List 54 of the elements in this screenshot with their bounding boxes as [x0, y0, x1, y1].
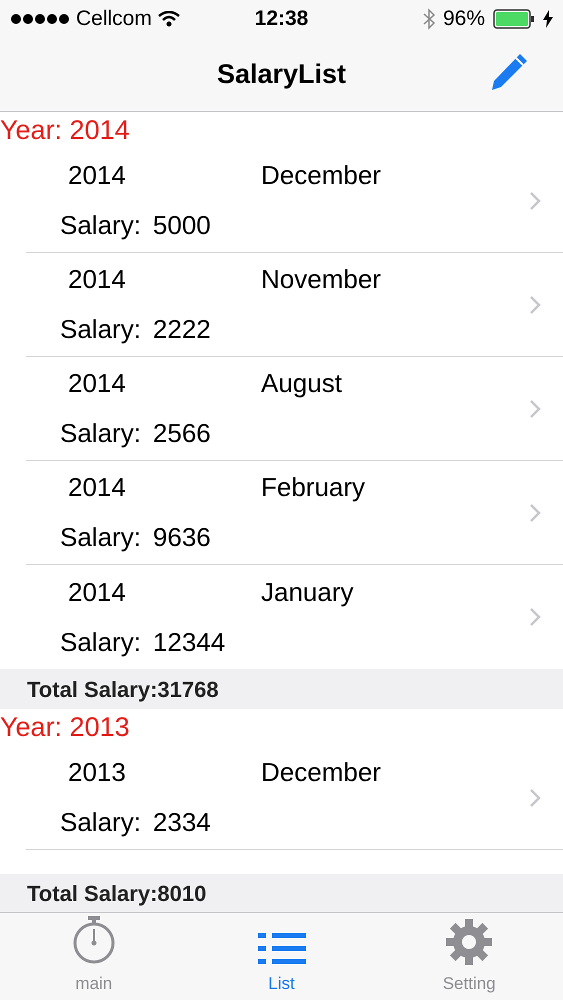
salary-row[interactable]: 2014 November Salary: 2222 — [26, 253, 563, 357]
salary-value: 2334 — [152, 806, 211, 839]
salary-label: Salary: — [60, 313, 141, 346]
signal-icon — [10, 13, 70, 25]
salary-row[interactable]: 2014 January Salary: 12344 — [26, 565, 563, 669]
year-text: 2013 — [68, 756, 127, 789]
section-footer: Total Salary:31768 — [0, 669, 563, 709]
month-text: December — [261, 756, 381, 789]
year-text: 2014 — [68, 576, 127, 608]
bluetooth-icon — [422, 8, 435, 30]
month-text: December — [261, 159, 381, 192]
salary-label: Salary: — [60, 806, 141, 839]
stopwatch-icon — [70, 914, 117, 964]
settings-icon — [446, 918, 492, 964]
section-header: Year: 2014 — [0, 114, 130, 148]
salary-value: 12344 — [152, 626, 226, 658]
carrier-name: Cellcom — [76, 6, 152, 32]
salary-value: 5000 — [152, 209, 211, 242]
list-icon — [258, 932, 306, 964]
tab-button[interactable]: List — [188, 913, 376, 1000]
salary-row[interactable]: 2013 December Salary: 2334 — [26, 746, 563, 850]
salary-label: Salary: — [60, 521, 141, 554]
pencil-icon[interactable] — [489, 52, 529, 92]
salary-row[interactable]: 2014 December Salary: 5000 — [26, 149, 563, 253]
year-text: 2014 — [68, 159, 127, 192]
salary-value: 9636 — [152, 521, 211, 554]
year-text: 2014 — [68, 263, 127, 296]
chevron-icon — [529, 294, 541, 314]
salary-row[interactable]: 2014 February Salary: 9636 — [26, 461, 563, 565]
chevron-icon — [529, 398, 541, 418]
salary-value: 2222 — [152, 313, 211, 346]
month-text: August — [261, 367, 342, 400]
year-text: 2014 — [68, 471, 127, 504]
year-text: 2014 — [68, 367, 127, 400]
section-header: Year: 2013 — [0, 711, 130, 744]
salary-row[interactable]: 2014 August Salary: 2566 — [26, 357, 563, 461]
wifi-icon — [158, 11, 180, 27]
charging-icon — [543, 10, 553, 28]
section-footer: Total Salary:8010 — [0, 874, 563, 912]
month-text: January — [261, 576, 354, 608]
battery-percent: 96% — [442, 6, 485, 32]
chevron-icon — [529, 788, 541, 808]
clock-time: 12:38 — [254, 6, 308, 32]
salary-label: Salary: — [60, 417, 141, 450]
battery-icon — [493, 9, 535, 29]
salary-value: 2566 — [152, 417, 211, 450]
chevron-icon — [529, 190, 541, 210]
nav-title: SalaryList — [216, 58, 346, 92]
salary-label: Salary: — [60, 626, 141, 658]
chevron-icon — [529, 607, 541, 627]
chevron-icon — [529, 502, 541, 522]
salary-label: Salary: — [60, 209, 141, 242]
month-text: February — [261, 471, 366, 504]
month-text: November — [261, 263, 381, 296]
